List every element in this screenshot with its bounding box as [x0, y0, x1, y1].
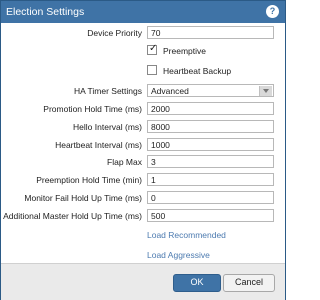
checkmark-icon: ✓	[149, 43, 158, 54]
preemption-hold-input[interactable]: 1	[147, 173, 274, 186]
election-settings-dialog: Election Settings ? Device Priority 70 ✓…	[0, 0, 286, 300]
monitor-fail-row: Monitor Fail Hold Up Time (ms) 0	[1, 191, 285, 205]
ha-timer-value: Advanced	[151, 86, 189, 96]
preemptive-row: ✓ Preemptive	[1, 43, 285, 59]
dialog-titlebar: Election Settings ?	[1, 1, 285, 23]
heartbeat-backup-checkbox[interactable]	[147, 65, 157, 75]
flap-max-input[interactable]: 3	[147, 155, 274, 168]
preemption-hold-row: Preemption Hold Time (min) 1	[1, 173, 285, 187]
preemption-hold-label: Preemption Hold Time (min)	[36, 175, 142, 185]
chevron-down-icon[interactable]	[259, 86, 272, 96]
heartbeat-interval-row: Heartbeat Interval (ms) 1000	[1, 138, 285, 152]
heartbeat-backup-row: Heartbeat Backup	[1, 65, 285, 79]
preemptive-checkbox[interactable]: ✓	[147, 43, 158, 55]
device-priority-label: Device Priority	[87, 28, 142, 38]
dialog-title: Election Settings	[6, 6, 85, 18]
load-aggressive-link[interactable]: Load Aggressive	[147, 250, 210, 260]
preemptive-label: Preemptive	[163, 46, 206, 56]
load-recommended-link[interactable]: Load Recommended	[147, 230, 226, 240]
heartbeat-interval-label: Heartbeat Interval (ms)	[55, 140, 142, 150]
promotion-hold-input[interactable]: 2000	[147, 102, 274, 115]
cancel-button[interactable]: Cancel	[223, 274, 275, 292]
monitor-fail-label: Monitor Fail Hold Up Time (ms)	[24, 193, 142, 203]
ok-button[interactable]: OK	[173, 274, 221, 292]
heartbeat-backup-label: Heartbeat Backup	[163, 66, 232, 76]
ha-timer-row: HA Timer Settings Advanced	[1, 84, 285, 98]
device-priority-input[interactable]: 70	[147, 26, 274, 39]
heartbeat-interval-input[interactable]: 1000	[147, 138, 274, 151]
ha-timer-select[interactable]: Advanced	[147, 84, 274, 97]
promotion-hold-row: Promotion Hold Time (ms) 2000	[1, 102, 285, 116]
device-priority-row: Device Priority 70	[1, 26, 285, 40]
additional-master-label: Additional Master Hold Up Time (ms)	[3, 211, 142, 221]
dialog-body: Device Priority 70 ✓ Preemptive Heartbea…	[1, 23, 285, 241]
hello-interval-row: Hello Interval (ms) 8000	[1, 120, 285, 134]
hello-interval-label: Hello Interval (ms)	[73, 122, 142, 132]
flap-max-row: Flap Max 3	[1, 155, 285, 169]
promotion-hold-label: Promotion Hold Time (ms)	[43, 104, 142, 114]
ha-timer-label: HA Timer Settings	[73, 86, 142, 96]
hello-interval-input[interactable]: 8000	[147, 120, 274, 133]
dialog-footer: OK Cancel	[1, 263, 285, 300]
monitor-fail-input[interactable]: 0	[147, 191, 274, 204]
additional-master-row: Additional Master Hold Up Time (ms) 500	[1, 209, 285, 223]
flap-max-label: Flap Max	[107, 157, 142, 167]
help-icon[interactable]: ?	[266, 5, 279, 18]
additional-master-input[interactable]: 500	[147, 209, 274, 222]
